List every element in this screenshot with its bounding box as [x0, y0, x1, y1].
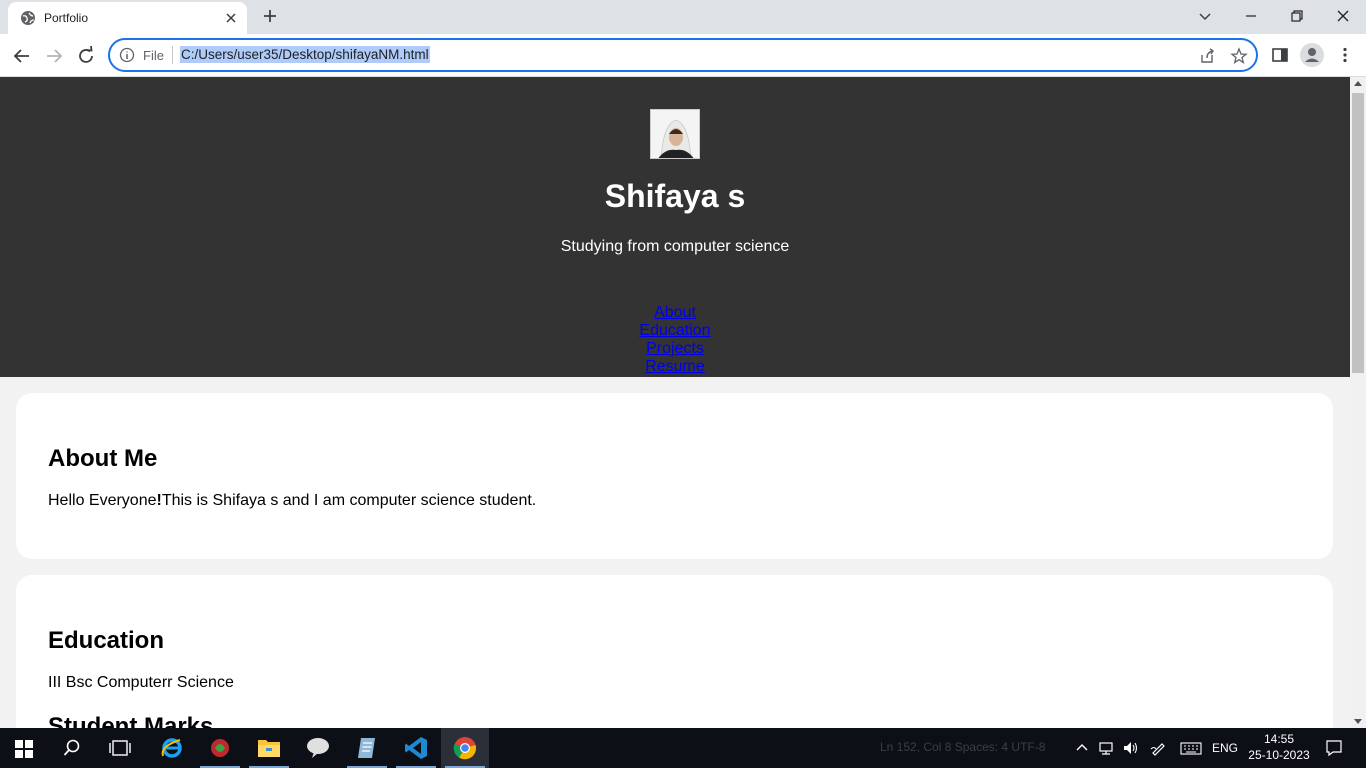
education-heading: Education	[48, 627, 165, 654]
about-section: About Me Hello Everyone!This is Shifaya …	[16, 393, 1333, 559]
tab-strip: Portfolio	[0, 0, 1366, 34]
page-title: Shifaya s	[604, 178, 746, 214]
education-degree: III Bsc Computerr Science	[48, 674, 234, 691]
red-app-icon	[211, 739, 229, 757]
main-nav: About Education Projects Resume	[0, 304, 1350, 376]
chat-bubble-icon	[307, 738, 329, 758]
profile-photo	[650, 109, 700, 159]
show-hidden-icons-icon[interactable]	[1074, 740, 1090, 756]
profile-avatar-icon[interactable]	[1300, 43, 1324, 67]
about-text: Hello Everyone!This is Shifaya s and I a…	[48, 492, 537, 509]
about-heading: About Me	[48, 445, 158, 472]
kebab-menu-icon[interactable]	[1336, 46, 1354, 64]
url-scheme-label: File	[143, 48, 164, 63]
close-tab-icon[interactable]	[223, 10, 239, 26]
side-panel-icon[interactable]	[1271, 46, 1289, 64]
notepad-icon	[358, 738, 375, 758]
tab-portfolio[interactable]: Portfolio	[8, 2, 247, 34]
page-viewport: Shifaya s Studying from computer science…	[0, 77, 1350, 728]
bookmark-star-icon[interactable]	[1230, 47, 1248, 65]
url-text[interactable]: C:/Users/user35/Desktop/shifayaNM.html	[180, 46, 430, 63]
browser-toolbar: File C:/Users/user35/Desktop/shifayaNM.h…	[0, 34, 1366, 77]
address-bar[interactable]: File C:/Users/user35/Desktop/shifayaNM.h…	[108, 38, 1258, 72]
windows-start-icon[interactable]	[15, 740, 33, 758]
restore-icon[interactable]	[1289, 8, 1305, 24]
new-tab-icon[interactable]	[262, 8, 278, 24]
site-info-icon[interactable]	[119, 47, 135, 63]
taskbar-clock[interactable]: 14:55 25-10-2023	[1244, 731, 1314, 763]
scrollbar-thumb[interactable]	[1352, 93, 1364, 373]
nav-link-about[interactable]: About	[0, 304, 1350, 322]
pen-ink-icon[interactable]	[1150, 740, 1166, 756]
folder-icon	[258, 740, 280, 757]
internet-explorer-icon	[161, 738, 182, 758]
omnibox-divider	[172, 46, 173, 64]
globe-icon	[21, 11, 35, 25]
notification-center-icon[interactable]	[1325, 739, 1343, 757]
taskbar-app-red[interactable]	[196, 728, 244, 768]
tab-search-chevron-icon[interactable]	[1197, 8, 1213, 24]
taskbar-chat-app[interactable]	[294, 728, 342, 768]
clock-date: 25-10-2023	[1248, 748, 1310, 762]
nav-link-projects[interactable]: Projects	[0, 340, 1350, 358]
education-section: Education III Bsc Computerr Science Stud…	[16, 575, 1333, 728]
scroll-up-arrow-icon[interactable]	[1354, 81, 1362, 86]
network-icon[interactable]	[1098, 740, 1114, 756]
taskbar-vscode[interactable]	[392, 728, 440, 768]
close-window-icon[interactable]	[1335, 8, 1351, 24]
minimize-icon[interactable]	[1243, 8, 1259, 24]
back-icon[interactable]	[12, 46, 32, 66]
page-header: Shifaya s Studying from computer science…	[0, 77, 1350, 377]
search-icon[interactable]	[63, 739, 81, 757]
reload-icon[interactable]	[76, 46, 96, 66]
taskbar-chrome[interactable]	[441, 728, 489, 768]
chrome-icon	[453, 737, 477, 760]
keyboard-icon[interactable]	[1180, 740, 1202, 756]
taskbar-file-explorer[interactable]	[245, 728, 293, 768]
windows-taskbar: Ln 152, Col 8 Spaces: 4 UTF-8 ENG 14:55 …	[0, 728, 1366, 768]
task-view-icon[interactable]	[109, 739, 131, 757]
tab-title: Portfolio	[44, 11, 89, 25]
clock-time: 14:55	[1263, 732, 1295, 746]
forward-icon[interactable]	[44, 46, 64, 66]
nav-link-resume[interactable]: Resume	[0, 358, 1350, 376]
student-marks-heading: Student Marks	[48, 713, 214, 728]
volume-icon[interactable]	[1122, 740, 1138, 756]
share-icon[interactable]	[1198, 47, 1216, 65]
nav-link-education[interactable]: Education	[0, 322, 1350, 340]
scroll-down-arrow-icon[interactable]	[1354, 719, 1362, 724]
page-scrollbar[interactable]	[1350, 77, 1366, 728]
taskbar-notepad[interactable]	[343, 728, 391, 768]
vscode-icon	[405, 737, 427, 759]
page-tagline: Studying from computer science	[560, 238, 790, 255]
taskbar-internet-explorer[interactable]	[147, 728, 195, 768]
input-language[interactable]: ENG	[1212, 741, 1238, 755]
background-status-text: Ln 152, Col 8 Spaces: 4 UTF-8	[880, 740, 1046, 754]
